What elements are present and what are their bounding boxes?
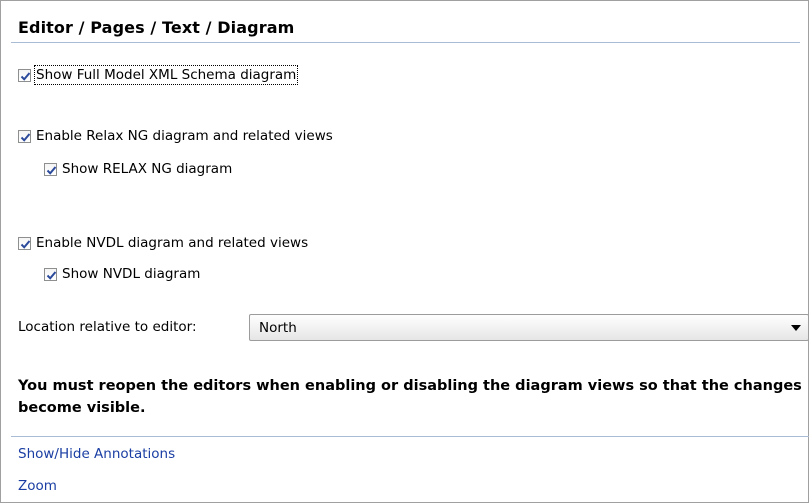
location-label: Location relative to editor: xyxy=(18,319,197,335)
show-nvdl-checkbox[interactable]: Show NVDL diagram xyxy=(44,265,200,283)
preferences-panel: Editor / Pages / Text / Diagram Show Ful… xyxy=(0,0,809,503)
reopen-notice: You must reopen the editors when enablin… xyxy=(18,378,802,416)
enable-relax-ng-label: Enable Relax NG diagram and related view… xyxy=(36,128,333,144)
show-hide-annotations-link[interactable]: Show/Hide Annotations xyxy=(18,446,175,462)
show-relax-ng-label: Show RELAX NG diagram xyxy=(62,161,233,177)
show-full-model-label: Show Full Model XML Schema diagram xyxy=(33,65,299,85)
show-full-model-checkbox[interactable]: Show Full Model XML Schema diagram xyxy=(18,65,299,85)
location-select-value: North xyxy=(259,319,297,336)
checkbox-box[interactable] xyxy=(44,267,57,281)
zoom-link[interactable]: Zoom xyxy=(18,478,57,494)
title-divider xyxy=(11,42,800,43)
checkbox-box[interactable] xyxy=(18,236,31,250)
checkbox-box[interactable] xyxy=(18,129,31,143)
page-title: Editor / Pages / Text / Diagram xyxy=(18,18,295,37)
checkmark-icon xyxy=(46,165,57,175)
enable-relax-ng-checkbox[interactable]: Enable Relax NG diagram and related view… xyxy=(18,127,333,145)
checkmark-icon xyxy=(20,132,31,142)
show-relax-ng-checkbox[interactable]: Show RELAX NG diagram xyxy=(44,160,232,178)
checkmark-icon xyxy=(20,71,31,81)
show-nvdl-label: Show NVDL diagram xyxy=(62,266,201,282)
enable-nvdl-checkbox[interactable]: Enable NVDL diagram and related views xyxy=(18,234,308,252)
checkbox-box[interactable] xyxy=(18,68,31,82)
dropdown-arrow-icon[interactable] xyxy=(784,324,808,331)
checkbox-box[interactable] xyxy=(44,162,57,176)
enable-nvdl-label: Enable NVDL diagram and related views xyxy=(36,235,309,251)
checkmark-icon xyxy=(20,239,31,249)
section-divider xyxy=(11,436,809,437)
checkmark-icon xyxy=(46,270,57,280)
location-select[interactable]: North xyxy=(249,314,809,341)
